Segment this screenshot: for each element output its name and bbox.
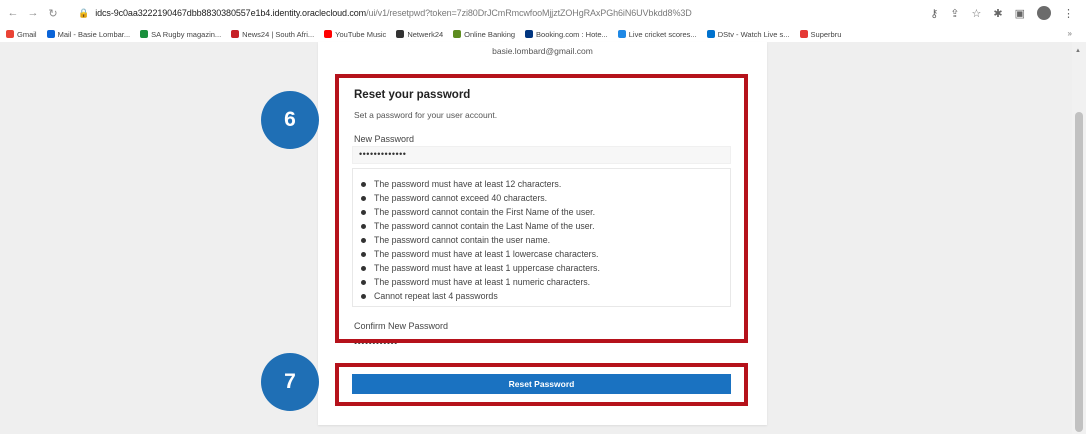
news24-icon <box>231 30 240 38</box>
bookmark-label: Netwerk24 <box>407 29 444 39</box>
banking-icon <box>453 30 462 38</box>
url-host: idcs-9c0aa3222190467dbb8830380557e1b4.id… <box>95 8 367 18</box>
bookmark-label: Mail - Basie Lombar... <box>57 29 131 39</box>
bookmark-sa-rugby[interactable]: SA Rugby magazin... <box>140 30 221 39</box>
gmail-icon <box>6 30 14 38</box>
bookmark-label: SA Rugby magazin... <box>151 29 222 39</box>
scrollbar-thumb[interactable] <box>1075 112 1083 432</box>
bookmark-netwerk24[interactable]: Netwerk24 <box>396 30 443 39</box>
bookmark-superbru[interactable]: Superbru <box>799 29 842 39</box>
reload-icon[interactable]: ↻ <box>46 7 60 20</box>
sidepanel-icon[interactable]: ▣ <box>1015 7 1025 20</box>
bookmark-label: Online Banking <box>464 29 516 39</box>
url-path: /ui/v1/resetpwd?token=7zi80DrJCmRmcwfooM… <box>366 8 692 18</box>
highlight-box-step-6 <box>335 74 748 343</box>
toolbar-icons: ⚷ ⇪ ☆ ✱ ▣ ⋮ <box>930 6 1074 20</box>
highlight-box-step-7 <box>335 363 748 406</box>
bookmark-youtube-music[interactable]: YouTube Music <box>324 30 386 39</box>
share-icon[interactable]: ⇪ <box>950 7 959 20</box>
bookmark-label: Booking.com : Hote... <box>536 29 608 39</box>
bookmark-label: News24 | South Afri... <box>242 29 315 39</box>
cricket-icon <box>617 30 626 38</box>
superbru-icon <box>799 30 808 38</box>
step-badge-6: 6 <box>261 91 319 149</box>
profile-avatar[interactable] <box>1037 6 1051 20</box>
browser-address-bar: ← → ↻ 🔒 idcs-9c0aa3222190467dbb883038055… <box>0 0 1086 26</box>
rugby-icon <box>140 30 149 38</box>
bookmark-dstv[interactable]: DStv - Watch Live s... <box>706 29 790 39</box>
step-badge-7: 7 <box>261 353 319 411</box>
bookmark-label: Gmail <box>17 29 37 39</box>
bookmark-label: DStv - Watch Live s... <box>717 29 790 39</box>
bookmark-mail[interactable]: Mail - Basie Lombar... <box>46 29 131 39</box>
bookmark-booking[interactable]: Booking.com : Hote... <box>525 30 608 39</box>
booking-icon <box>525 30 534 38</box>
bookmark-label: Superbru <box>810 29 842 39</box>
dstv-icon <box>706 30 715 38</box>
bookmark-label: Live cricket scores... <box>628 29 697 39</box>
bookmark-online-banking[interactable]: Online Banking <box>453 30 515 39</box>
bookmark-gmail[interactable]: Gmail <box>6 30 37 39</box>
key-icon[interactable]: ⚷ <box>930 7 938 20</box>
scrollbar[interactable]: ▲ <box>1072 42 1086 434</box>
menu-icon[interactable]: ⋮ <box>1063 7 1074 20</box>
bookmarks-bar: Gmail Mail - Basie Lombar... SA Rugby ma… <box>0 26 1086 42</box>
scroll-up-icon[interactable]: ▲ <box>1075 48 1081 54</box>
bookmark-cricket[interactable]: Live cricket scores... <box>617 29 697 39</box>
back-arrow-icon[interactable]: ← <box>6 7 20 19</box>
star-icon[interactable]: ☆ <box>972 7 982 20</box>
bookmark-label: YouTube Music <box>335 29 387 39</box>
lock-icon[interactable]: 🔒 <box>78 8 89 19</box>
youtube-music-icon <box>324 30 333 38</box>
extensions-icon[interactable]: ✱ <box>993 7 1002 20</box>
bookmark-news24[interactable]: News24 | South Afri... <box>231 30 314 39</box>
url-field[interactable]: idcs-9c0aa3222190467dbb8830380557e1b4.id… <box>95 8 692 18</box>
mail-icon <box>46 30 55 38</box>
user-email: basie.lombard@gmail.com <box>492 46 593 56</box>
bookmarks-more-button[interactable]: » <box>1068 29 1072 38</box>
netwerk24-icon <box>396 30 405 38</box>
forward-arrow-icon[interactable]: → <box>26 7 40 19</box>
